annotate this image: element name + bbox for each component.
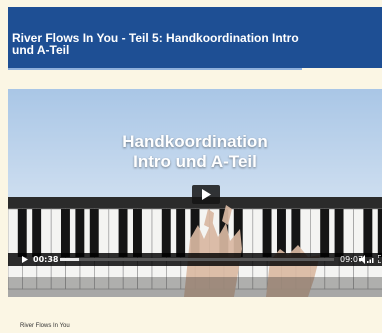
volume-icon[interactable] (359, 255, 375, 264)
piano-black-key (176, 209, 186, 257)
seek-progress (60, 258, 79, 261)
piano-black-key (17, 209, 27, 257)
piano-black-key (161, 209, 171, 257)
piano-black-key (320, 209, 330, 257)
big-play-button[interactable] (192, 185, 220, 204)
play-icon[interactable] (22, 256, 28, 263)
video-controls: 00:38 09:07 (8, 253, 382, 266)
piano-black-key (75, 209, 85, 257)
video-title-line2: Intro und A-Teil (133, 152, 257, 171)
header-underline (8, 68, 302, 70)
piano-black-key (262, 209, 272, 257)
video-title-line1: Handkoordination (122, 132, 268, 151)
piano-black-key (118, 209, 128, 257)
piano-black-key (363, 209, 373, 257)
seek-bar[interactable] (60, 258, 334, 261)
piano-black-key (132, 209, 142, 257)
fullscreen-icon[interactable] (378, 255, 382, 263)
piano-black-key (334, 209, 344, 257)
current-time: 00:38 (33, 255, 59, 264)
play-icon (202, 189, 211, 200)
page-title: River Flows In You - Teil 5: Handkoordin… (12, 31, 299, 57)
video-caption: River Flows In You (20, 323, 70, 329)
piano-black-key (32, 209, 42, 257)
piano-black-key (377, 209, 382, 257)
page-header: River Flows In You - Teil 5: Handkoordin… (8, 7, 382, 68)
piano-black-key (89, 209, 99, 257)
piano-black-key (276, 209, 286, 257)
piano-black-key (60, 209, 70, 257)
